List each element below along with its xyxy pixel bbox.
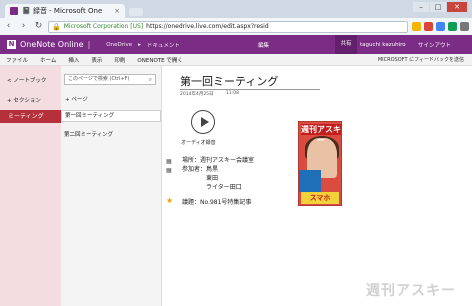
search-placeholder: このページで検索 (Ctrl+F) — [68, 76, 130, 82]
back-button[interactable]: ‹ — [3, 21, 14, 32]
extension-icon[interactable] — [424, 22, 433, 31]
maximize-button[interactable]: □ — [430, 2, 446, 12]
new-tab-button[interactable] — [129, 8, 143, 16]
watermark-logo: 週刊アスキー — [366, 283, 456, 299]
tab-title: 📓 録音 - Microsoft One — [22, 7, 103, 15]
browser-chrome: 📓 録音 - Microsoft One × – □ ✕ ‹ › ↻ 🔒 Mic… — [0, 0, 472, 35]
menu-icon[interactable] — [460, 22, 469, 31]
detail-line: ライター田口 — [182, 184, 242, 191]
search-icon[interactable]: ⌕ — [149, 75, 152, 84]
star-tag-icon: ★ — [166, 196, 174, 205]
feedback-link[interactable]: MICROSOFT にフィードバックを送信 — [378, 56, 464, 63]
cover-blue-block — [299, 170, 321, 192]
page-title[interactable]: 第一回ミーティング — [180, 73, 278, 89]
contact-tag-icon: ▦ — [166, 167, 172, 174]
url-text: https://onedrive.live.com/edit.aspx?resi… — [146, 23, 269, 30]
title-divider — [180, 89, 320, 90]
extension-icon[interactable] — [436, 22, 445, 31]
browser-tab[interactable]: 📓 録音 - Microsoft One × — [5, 4, 125, 18]
onenote-favicon-icon — [10, 7, 18, 15]
tab-file[interactable]: ファイル — [0, 56, 34, 64]
page-pane: このページで検索 (Ctrl+F) ⌕ + ページ 第一回ミーティング 第二回ミ… — [61, 66, 162, 306]
minimize-button[interactable]: – — [413, 2, 429, 12]
browser-toolbar: ‹ › ↻ 🔒 Microsoft Corporation [US] https… — [0, 18, 472, 35]
close-tab-icon[interactable]: × — [114, 7, 120, 15]
lock-icon: 🔒 — [52, 22, 61, 31]
page-time: 11:08 — [226, 91, 239, 96]
breadcrumb-onedrive[interactable]: OneDrive — [106, 42, 132, 48]
page-item[interactable]: 第二回ミーティング — [64, 130, 113, 138]
forward-button[interactable]: › — [18, 21, 29, 32]
extension-icon[interactable] — [448, 22, 457, 31]
add-section-button[interactable]: + セクション — [7, 96, 41, 104]
secure-origin-label: Microsoft Corporation [US] — [63, 23, 144, 30]
tab-home[interactable]: ホーム — [34, 56, 62, 64]
tab-view[interactable]: 表示 — [85, 56, 108, 64]
signout-link[interactable]: サインアウト — [418, 41, 451, 49]
mode-label: 編集 — [258, 42, 270, 49]
tab-print[interactable]: 印刷 — [108, 56, 131, 64]
detail-line: 参加者：鳥黒 — [182, 166, 219, 173]
app-header: N OneNote Online | OneDrive ▸ ドキュメント 編集 … — [0, 35, 472, 54]
page-item-selected[interactable]: 第一回ミーティング — [61, 110, 161, 122]
breadcrumb-documents[interactable]: ドキュメント — [147, 41, 180, 49]
location-tag-icon: ▦ — [166, 158, 172, 165]
tab-open-in-onenote[interactable]: ONENOTE で開く — [131, 56, 188, 64]
audio-recording-label[interactable]: オーディオ録音 — [181, 139, 216, 146]
page-canvas[interactable]: 第一回ミーティング 2014年4月25日 11:08 オーディオ録音 ▦ ▦ 場… — [162, 66, 472, 306]
agenda-text[interactable]: 議題：No.981号特集記事 — [182, 197, 251, 206]
magazine-brand: 週刊アスキー — [301, 124, 341, 145]
breadcrumb-separator-icon: ▸ — [138, 41, 141, 48]
window-controls: – □ ✕ — [413, 2, 467, 12]
section-item-meeting[interactable]: ミーティング — [0, 110, 61, 123]
ribbon-tabs: ファイル ホーム 挿入 表示 印刷 ONENOTE で開く MICROSOFT … — [0, 54, 472, 66]
section-pane: < ノートブック + セクション ミーティング — [0, 66, 61, 306]
onenote-logo-icon: N — [7, 40, 16, 49]
reload-button[interactable]: ↻ — [33, 21, 44, 32]
star-bookmark-icon[interactable] — [412, 22, 421, 31]
tab-insert[interactable]: 挿入 — [62, 56, 85, 64]
add-page-button[interactable]: + ページ — [65, 95, 88, 103]
page-date: 2014年4月25日 — [180, 92, 214, 97]
magazine-cover-image[interactable]: 週刊アスキー スマホ — [298, 121, 342, 206]
app-title[interactable]: OneNote Online — [20, 40, 84, 49]
extension-icons — [412, 22, 469, 31]
magazine-headline: スマホ — [301, 192, 339, 204]
header-separator: | — [87, 40, 91, 49]
detail-line: 場所：週刊アスキー会議室 — [182, 157, 255, 164]
close-window-button[interactable]: ✕ — [447, 2, 467, 12]
detail-line: 東田 — [182, 175, 219, 182]
notebook-back-link[interactable]: < ノートブック — [7, 76, 46, 84]
user-name[interactable]: taguchi kazuhiro — [360, 42, 406, 48]
address-bar[interactable]: 🔒 Microsoft Corporation [US] https://one… — [48, 20, 408, 33]
meeting-details[interactable]: 場所：週刊アスキー会議室 参加者：鳥黒 東田 ライター田口 — [182, 156, 254, 192]
share-button[interactable]: 共有 — [335, 35, 357, 54]
search-input[interactable]: このページで検索 (Ctrl+F) ⌕ — [64, 74, 156, 85]
play-audio-icon[interactable] — [191, 110, 215, 134]
